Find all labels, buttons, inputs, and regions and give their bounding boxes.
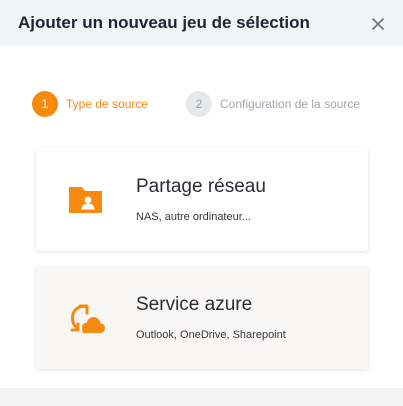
step-number: 1 <box>32 91 58 117</box>
dialog-body: 1 Type de source 2 Configuration de la s… <box>0 46 403 388</box>
option-card-service-azure[interactable]: Service azure Outlook, OneDrive, Sharepo… <box>36 266 368 369</box>
step-configuration-source[interactable]: 2 Configuration de la source <box>186 90 360 118</box>
dialog-bottom-edge <box>0 388 403 406</box>
network-share-folder-icon <box>67 181 105 219</box>
dialog-header: Ajouter un nouveau jeu de sélection <box>0 0 403 46</box>
add-selection-set-dialog: Ajouter un nouveau jeu de sélection 1 Ty… <box>0 0 403 406</box>
close-icon[interactable] <box>371 17 385 31</box>
step-label: Type de source <box>66 97 149 111</box>
step-number: 2 <box>186 91 212 117</box>
step-label: Configuration de la source <box>220 97 361 111</box>
step-type-de-source[interactable]: 1 Type de source <box>32 90 148 118</box>
option-card-partage-reseau[interactable]: Partage réseau NAS, autre ordinateur... <box>36 148 368 251</box>
option-description: NAS, autre ordinateur... <box>136 211 251 223</box>
cloud-sync-icon <box>67 299 105 337</box>
option-title: Partage réseau <box>136 176 266 197</box>
option-description: Outlook, OneDrive, Sharepoint <box>136 329 286 341</box>
dialog-title: Ajouter un nouveau jeu de sélection <box>18 13 310 32</box>
option-title: Service azure <box>136 294 253 315</box>
